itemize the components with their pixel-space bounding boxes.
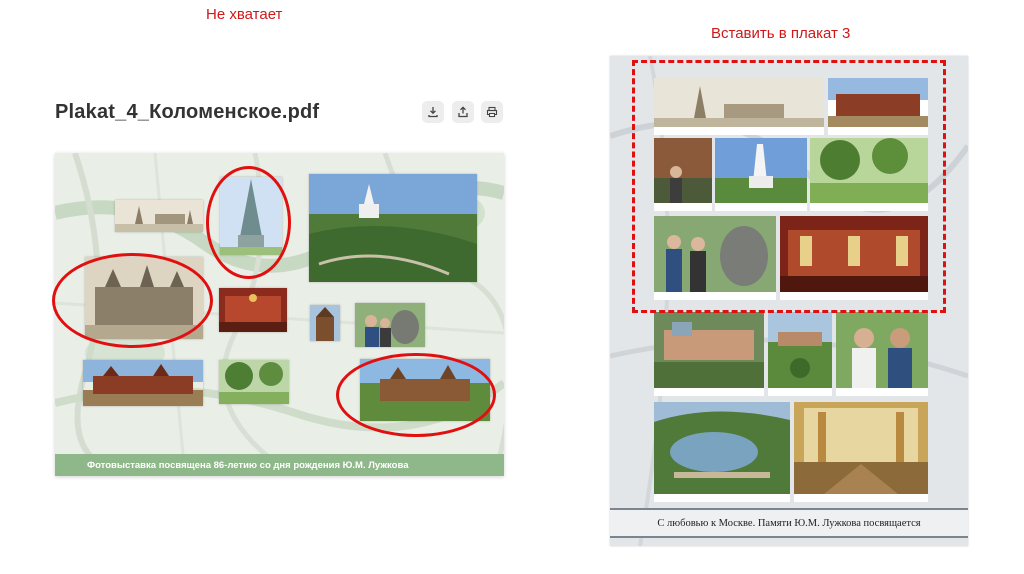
poster-right-footer: С любовью к Москве. Памяти Ю.М. Лужкова … [610,508,968,538]
rphoto-lake-aerial [654,402,790,502]
photo-palace-exterior [83,360,203,406]
rphoto-palace [828,78,928,135]
photo-palace-engraving [85,257,203,339]
photo-wooden-palace [360,359,490,421]
rphoto-panorama [654,78,824,135]
photo-red-interior [219,288,287,332]
rphoto-white-church [715,138,807,211]
rphoto-red-hall [780,216,928,300]
share-icon [458,106,468,118]
rphoto-garden [768,312,832,396]
rphoto-two-men [836,312,928,396]
insert-label: Вставить в плакат 3 [711,25,851,42]
photo-panorama-sketch [115,200,203,232]
poster-right-caption: С любовью к Москве. Памяти Ю.М. Лужкова … [657,517,921,529]
photo-wooden-tower [310,305,340,341]
photo-church-scaffolding [220,177,282,255]
rphoto-golden-hall [794,402,928,502]
share-button[interactable] [452,101,474,123]
missing-label: Не хватает [206,6,283,23]
rphoto-green-park [810,138,928,211]
photo-aerial-park [309,174,477,282]
poster-left-footer: Фотовыставка посвящена 86-летию со дня р… [55,454,504,476]
print-icon [486,106,498,118]
poster-preview-left: Фотовыставка посвящена 86-летию со дня р… [55,153,504,476]
photo-memorial-stone [355,303,425,347]
poster-left-caption: Фотовыставка посвящена 86-летию со дня р… [87,459,409,471]
download-icon [428,107,438,118]
download-button[interactable] [422,101,444,123]
print-button[interactable] [481,101,503,123]
rphoto-people-gate [654,138,712,211]
photo-park-trees [219,360,289,404]
poster-preview-right: С любовью к Москве. Памяти Ю.М. Лужкова … [610,56,968,546]
rphoto-memorial-stone [654,216,776,300]
file-title: Plakat_4_Коломенское.pdf [55,101,320,123]
rphoto-tsaritsyno-aerial [654,312,764,396]
